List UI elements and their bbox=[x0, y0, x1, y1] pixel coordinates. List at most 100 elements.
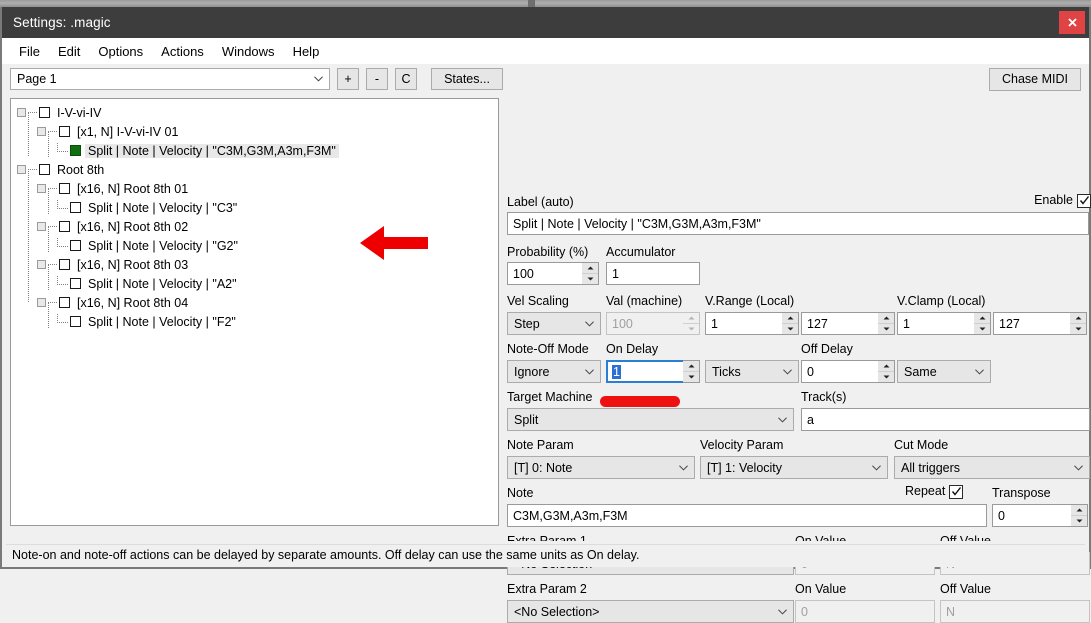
label-auto-input[interactable]: Split | Note | Velocity | "C3M,G3M,A3m,F… bbox=[507, 212, 1089, 235]
tree-node-checkbox[interactable] bbox=[59, 126, 70, 137]
tree-node-checkbox[interactable] bbox=[39, 164, 50, 175]
tree-expander-icon[interactable] bbox=[37, 298, 46, 307]
tree-node-checkbox[interactable] bbox=[70, 278, 81, 289]
add-page-button[interactable]: + bbox=[337, 68, 359, 90]
spin-down-icon[interactable] bbox=[1071, 516, 1087, 526]
spin-down-icon[interactable] bbox=[974, 324, 990, 334]
tree-node[interactable]: [x1, N] I-V-vi-IV 01 bbox=[11, 122, 498, 141]
tree-node-checkbox[interactable] bbox=[59, 259, 70, 270]
transpose-spin-buttons[interactable] bbox=[1071, 504, 1088, 527]
spin-down-icon[interactable] bbox=[582, 274, 598, 284]
spin-up-icon[interactable] bbox=[582, 263, 598, 274]
off-delay-spin-buttons[interactable] bbox=[878, 360, 895, 383]
page-select[interactable]: Page 1 bbox=[10, 68, 330, 90]
tree-node-checkbox[interactable] bbox=[59, 221, 70, 232]
off-delay-units-select[interactable]: Same bbox=[897, 360, 991, 383]
chase-midi-button[interactable]: Chase MIDI bbox=[989, 67, 1081, 91]
on-delay-stepper[interactable]: 1 bbox=[606, 360, 700, 383]
menu-item-file[interactable]: File bbox=[10, 41, 49, 62]
menu-item-options[interactable]: Options bbox=[89, 41, 152, 62]
tree-node-checkbox[interactable] bbox=[70, 202, 81, 213]
accumulator-input[interactable]: 1 bbox=[606, 262, 700, 285]
vrange-max-spin-buttons[interactable] bbox=[878, 312, 895, 335]
probability-stepper[interactable]: 100 bbox=[507, 262, 599, 285]
tree-node[interactable]: [x16, N] Root 8th 03 bbox=[11, 255, 498, 274]
spin-down-icon[interactable] bbox=[878, 324, 894, 334]
transpose-stepper[interactable]: 0 bbox=[992, 504, 1088, 527]
transpose-input[interactable]: 0 bbox=[992, 504, 1071, 527]
tree-node[interactable]: I-V-vi-IV bbox=[11, 103, 498, 122]
tree-expander-icon[interactable] bbox=[17, 165, 26, 174]
spin-up-icon[interactable] bbox=[974, 313, 990, 324]
tree-node[interactable]: [x16, N] Root 8th 04 bbox=[11, 293, 498, 312]
vrange-max-input[interactable]: 127 bbox=[801, 312, 878, 335]
tracks-input[interactable]: a bbox=[801, 408, 1090, 431]
tree-node-checkbox[interactable] bbox=[59, 297, 70, 308]
tree-node[interactable]: Split | Note | Velocity | "A2" bbox=[11, 274, 498, 293]
probability-input[interactable]: 100 bbox=[507, 262, 582, 285]
vclamp-min-spin-buttons[interactable] bbox=[974, 312, 991, 335]
menu-item-windows[interactable]: Windows bbox=[213, 41, 284, 62]
spin-up-icon[interactable] bbox=[1070, 313, 1086, 324]
tree-expander-icon[interactable] bbox=[17, 108, 26, 117]
spin-down-icon[interactable] bbox=[1070, 324, 1086, 334]
tree-node[interactable]: [x16, N] Root 8th 01 bbox=[11, 179, 498, 198]
vclamp-min-stepper[interactable]: 1 bbox=[897, 312, 991, 335]
menu-item-help[interactable]: Help bbox=[284, 41, 329, 62]
tree-node[interactable]: Split | Note | Velocity | "F2" bbox=[11, 312, 498, 331]
vel-scaling-select[interactable]: Step bbox=[507, 312, 601, 335]
tree-expander-icon[interactable] bbox=[37, 127, 46, 136]
note-off-mode-select[interactable]: Ignore bbox=[507, 360, 601, 383]
spin-down-icon[interactable] bbox=[683, 372, 699, 382]
velocity-param-select[interactable]: [T] 1: Velocity bbox=[700, 456, 888, 479]
spin-up-icon[interactable] bbox=[683, 361, 699, 372]
tree-node-checkbox[interactable] bbox=[39, 107, 50, 118]
tree-node-checkbox[interactable] bbox=[70, 316, 81, 327]
vclamp-max-stepper[interactable]: 127 bbox=[993, 312, 1087, 335]
probability-spin-buttons[interactable] bbox=[582, 262, 599, 285]
spin-down-icon[interactable] bbox=[782, 324, 798, 334]
states-button[interactable]: States... bbox=[431, 68, 503, 90]
tree-node-checkbox[interactable] bbox=[59, 183, 70, 194]
extra-param-2-select[interactable]: <No Selection> bbox=[507, 600, 794, 623]
tree-node[interactable]: Split | Note | Velocity | "C3M,G3M,A3m,F… bbox=[11, 141, 498, 160]
spin-up-icon[interactable] bbox=[782, 313, 798, 324]
vrange-min-stepper[interactable]: 1 bbox=[705, 312, 799, 335]
tree-expander-icon[interactable] bbox=[37, 184, 46, 193]
off-delay-stepper[interactable]: 0 bbox=[801, 360, 895, 383]
tree-node[interactable]: Split | Note | Velocity | "C3" bbox=[11, 198, 498, 217]
tree-expander-icon[interactable] bbox=[37, 222, 46, 231]
spin-up-icon[interactable] bbox=[1071, 505, 1087, 516]
tree-expander-icon[interactable] bbox=[37, 260, 46, 269]
tree-node[interactable]: Root 8th bbox=[11, 160, 498, 179]
tree-node-checkbox-checked[interactable] bbox=[70, 145, 81, 156]
action-tree[interactable]: I-V-vi-IV [x1, N] I-V-vi-IV 01 Split | Not… bbox=[10, 98, 499, 526]
vrange-max-stepper[interactable]: 127 bbox=[801, 312, 895, 335]
menu-item-edit[interactable]: Edit bbox=[49, 41, 89, 62]
vrange-min-spin-buttons[interactable] bbox=[782, 312, 799, 335]
tree-node[interactable]: [x16, N] Root 8th 02 bbox=[11, 217, 498, 236]
cut-mode-select[interactable]: All triggers bbox=[894, 456, 1090, 479]
on-delay-spin-buttons[interactable] bbox=[683, 360, 700, 383]
spin-up-icon[interactable] bbox=[878, 361, 894, 372]
note-param-select[interactable]: [T] 0: Note bbox=[507, 456, 695, 479]
off-delay-input[interactable]: 0 bbox=[801, 360, 878, 383]
on-delay-input[interactable]: 1 bbox=[606, 360, 683, 383]
close-button[interactable] bbox=[1059, 11, 1085, 34]
note-input[interactable]: C3M,G3M,A3m,F3M bbox=[507, 504, 987, 527]
repeat-checkbox[interactable] bbox=[949, 484, 964, 499]
spin-up-icon[interactable] bbox=[878, 313, 894, 324]
tree-node[interactable]: Split | Note | Velocity | "G2" bbox=[11, 236, 498, 255]
enable-checkbox[interactable] bbox=[1077, 193, 1091, 208]
copy-page-button[interactable]: C bbox=[395, 68, 417, 90]
on-delay-units-select[interactable]: Ticks bbox=[705, 360, 799, 383]
tree-node-checkbox[interactable] bbox=[70, 240, 81, 251]
vclamp-min-input[interactable]: 1 bbox=[897, 312, 974, 335]
vrange-min-input[interactable]: 1 bbox=[705, 312, 782, 335]
vclamp-max-input[interactable]: 127 bbox=[993, 312, 1070, 335]
menu-item-actions[interactable]: Actions bbox=[152, 41, 213, 62]
spin-down-icon[interactable] bbox=[878, 372, 894, 382]
vclamp-max-spin-buttons[interactable] bbox=[1070, 312, 1087, 335]
remove-page-button[interactable]: - bbox=[366, 68, 388, 90]
target-machine-select[interactable]: Split bbox=[507, 408, 794, 431]
